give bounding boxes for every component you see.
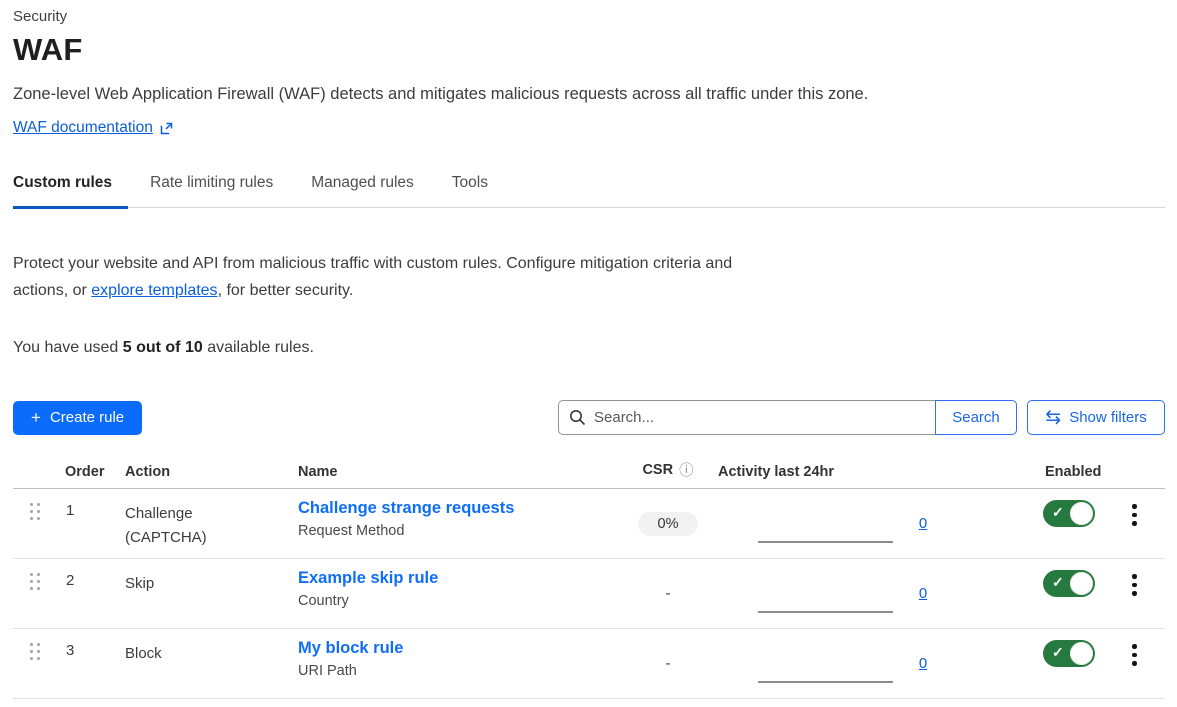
header-action: Action	[112, 464, 285, 488]
breadcrumb: Security	[13, 8, 1165, 25]
toolbar: + Create rule Search ⇆ Show filters	[13, 400, 1165, 435]
explore-templates-link[interactable]: explore templates	[91, 282, 217, 299]
kebab-menu-icon[interactable]	[1126, 502, 1143, 558]
page-title: WAF	[13, 32, 1165, 68]
drag-handle-icon	[30, 503, 40, 520]
enabled-toggle[interactable]: ✓	[1043, 640, 1095, 667]
drag-handle[interactable]	[13, 559, 57, 628]
intro-after: , for better security.	[218, 282, 354, 299]
csr-value: -	[666, 585, 671, 602]
drag-handle[interactable]	[13, 629, 57, 698]
usage-count: 5 out of 10	[123, 339, 203, 356]
plus-icon: +	[31, 409, 41, 426]
csr-value: 0%	[638, 512, 699, 536]
tab-custom-rules[interactable]: Custom rules	[13, 174, 112, 207]
table-row: 1 Challenge (CAPTCHA) Challenge strange …	[13, 489, 1165, 559]
drag-handle[interactable]	[13, 489, 57, 558]
external-link-icon	[159, 121, 174, 136]
custom-rules-table: Order Action Name CSR ⓘ Activity last 24…	[13, 456, 1165, 699]
swap-arrows-icon: ⇆	[1045, 408, 1061, 427]
csr-value: -	[666, 655, 671, 672]
toggle-knob	[1070, 642, 1093, 665]
waf-documentation-link[interactable]: WAF documentation	[13, 119, 174, 137]
rule-name-link[interactable]: Example skip rule	[298, 569, 438, 588]
enabled-toggle[interactable]: ✓	[1043, 500, 1095, 527]
waf-page: Security WAF Zone-level Web Application …	[0, 0, 1177, 699]
rule-field: URI Path	[298, 663, 608, 679]
usage-text: You have used 5 out of 10 available rule…	[13, 339, 1165, 357]
rule-field: Request Method	[298, 523, 608, 539]
toggle-knob	[1070, 502, 1093, 525]
header-csr-label: CSR	[642, 462, 673, 478]
activity-cell	[718, 559, 908, 628]
header-spacer	[13, 480, 57, 488]
table-row: 3 Block My block rule URI Path - 0 ✓	[13, 629, 1165, 699]
page-description: Zone-level Web Application Firewall (WAF…	[13, 85, 1165, 104]
search-button[interactable]: Search	[935, 400, 1017, 435]
usage-suffix: available rules.	[203, 339, 314, 356]
info-icon[interactable]: ⓘ	[679, 459, 694, 480]
tab-bar: Custom rules Rate limiting rules Managed…	[13, 174, 1165, 208]
search-input[interactable]	[594, 409, 925, 426]
kebab-menu-icon[interactable]	[1126, 642, 1143, 698]
activity-sparkline	[758, 681, 893, 683]
table-row: 2 Skip Example skip rule Country - 0 ✓	[13, 559, 1165, 629]
table-header-row: Order Action Name CSR ⓘ Activity last 24…	[13, 456, 1165, 489]
toggle-knob	[1070, 572, 1093, 595]
table-body: 1 Challenge (CAPTCHA) Challenge strange …	[13, 489, 1165, 699]
tab-rate-limiting-rules[interactable]: Rate limiting rules	[150, 174, 273, 207]
drag-handle-icon	[30, 573, 40, 590]
activity-cell	[718, 489, 908, 558]
check-icon: ✓	[1052, 504, 1064, 521]
rule-field: Country	[298, 593, 608, 609]
show-filters-label: Show filters	[1069, 409, 1147, 426]
activity-sparkline	[758, 541, 893, 543]
tab-tools[interactable]: Tools	[452, 174, 488, 207]
drag-handle-icon	[30, 643, 40, 660]
rule-action: Block	[112, 629, 285, 698]
row-order: 1	[57, 489, 112, 558]
create-rule-button[interactable]: + Create rule	[13, 401, 142, 435]
search-group: Search ⇆ Show filters	[558, 400, 1165, 435]
activity-cell	[718, 629, 908, 698]
header-activity: Activity last 24hr	[718, 464, 908, 488]
intro-text: Protect your website and API from malici…	[13, 250, 758, 304]
activity-sparkline	[758, 611, 893, 613]
header-csr: CSR ⓘ	[642, 459, 693, 488]
rule-name-link[interactable]: Challenge strange requests	[298, 499, 514, 518]
create-rule-label: Create rule	[50, 409, 124, 426]
rule-action: Skip	[112, 559, 285, 628]
rule-action: Challenge (CAPTCHA)	[112, 489, 285, 558]
check-icon: ✓	[1052, 644, 1064, 661]
rule-name-link[interactable]: My block rule	[298, 639, 403, 658]
check-icon: ✓	[1052, 574, 1064, 591]
activity-count-link[interactable]: 0	[919, 585, 927, 602]
row-order: 2	[57, 559, 112, 628]
header-order: Order	[57, 464, 112, 488]
kebab-menu-icon[interactable]	[1126, 572, 1143, 628]
search-icon	[569, 409, 586, 426]
header-name: Name	[285, 464, 618, 488]
search-box	[558, 400, 935, 435]
activity-count-link[interactable]: 0	[919, 515, 927, 532]
usage-prefix: You have used	[13, 339, 123, 356]
activity-count-link[interactable]: 0	[919, 655, 927, 672]
header-enabled: Enabled	[1040, 464, 1104, 488]
enabled-toggle[interactable]: ✓	[1043, 570, 1095, 597]
show-filters-button[interactable]: ⇆ Show filters	[1027, 400, 1165, 435]
waf-documentation-label: WAF documentation	[13, 119, 153, 137]
tab-managed-rules[interactable]: Managed rules	[311, 174, 414, 207]
row-order: 3	[57, 629, 112, 698]
